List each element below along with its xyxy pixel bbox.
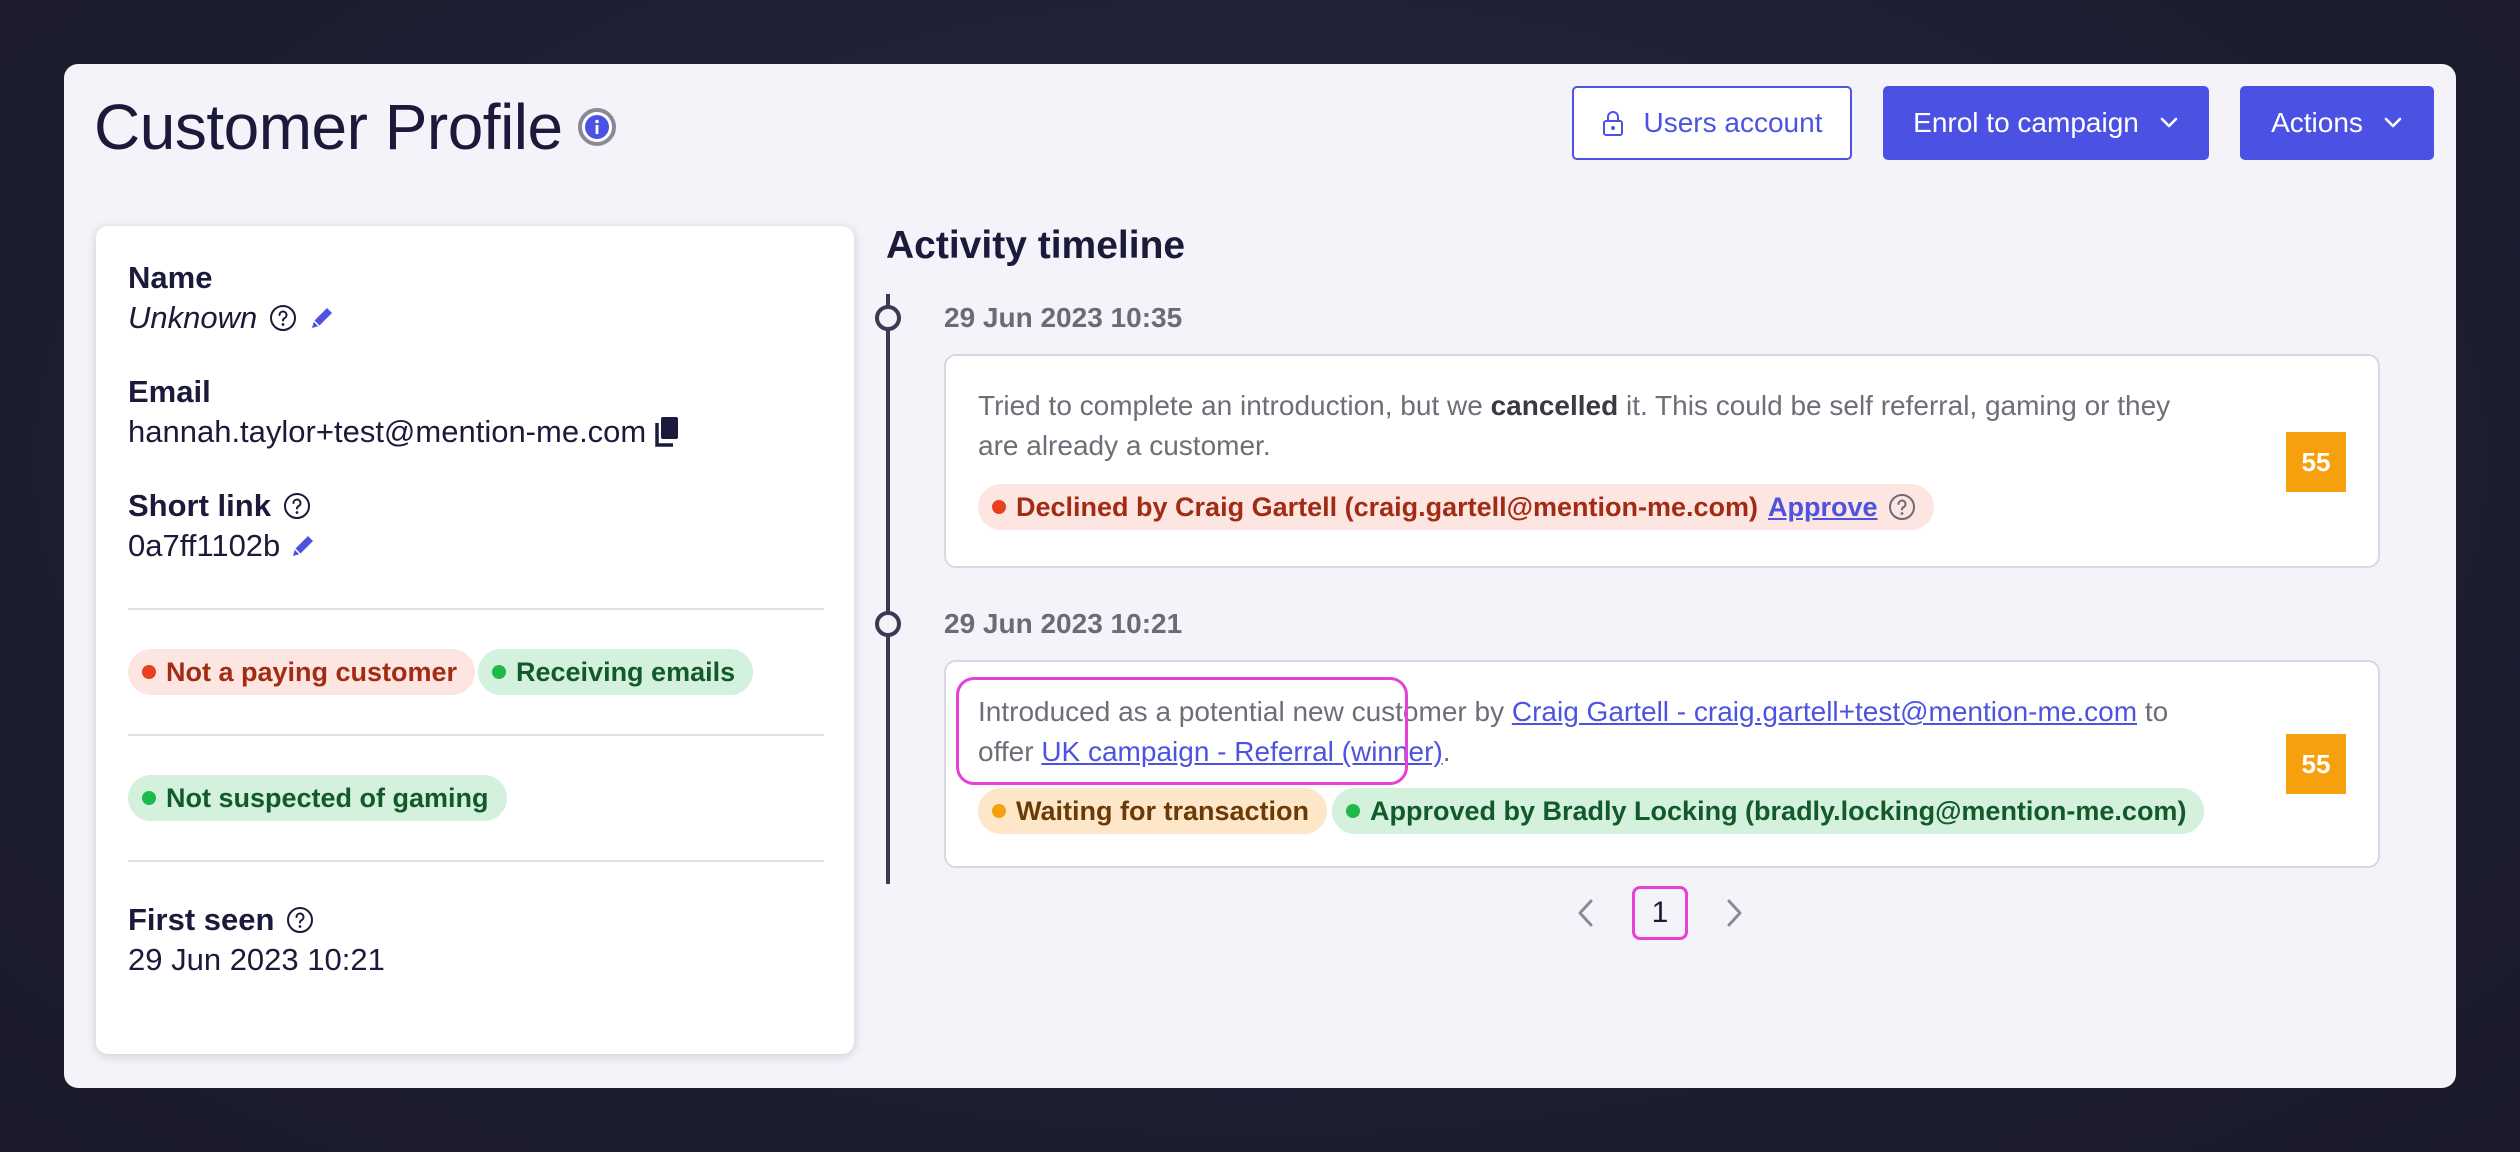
campaign-link[interactable]: UK campaign - Referral (winner): [1041, 736, 1442, 767]
entry-text-bold: cancelled: [1490, 390, 1619, 421]
copy-icon[interactable]: [652, 415, 682, 449]
status-dot: [492, 665, 506, 679]
name-value: Unknown: [128, 300, 258, 335]
page-title: Customer Profile: [94, 91, 563, 163]
help-icon[interactable]: [269, 304, 297, 332]
approved-status-text: Approved by Bradly Locking (bradly.locki…: [1370, 795, 2187, 826]
email-status-badge: Receiving emails: [478, 649, 754, 695]
score-badge: 55: [2286, 432, 2346, 492]
edit-pencil-icon[interactable]: [288, 531, 318, 561]
entry-text: Tried to complete an introduction, but w…: [978, 390, 1491, 421]
pagination: 1: [1574, 886, 1746, 940]
divider: [128, 734, 824, 736]
enrol-to-campaign-label: Enrol to campaign: [1913, 107, 2139, 138]
entry-description: Tried to complete an introduction, but w…: [978, 386, 2218, 466]
email-value: hannah.taylor+test@mention-me.com: [128, 414, 647, 449]
actions-button[interactable]: Actions: [2240, 86, 2434, 160]
chevron-left-icon[interactable]: [1574, 896, 1598, 930]
paying-status-text: Not a paying customer: [166, 656, 458, 687]
email-status-text: Receiving emails: [516, 656, 736, 687]
activity-timeline-title: Activity timeline: [886, 224, 1186, 267]
entry-date: 29 Jun 2023 10:35: [944, 302, 1183, 333]
edit-pencil-icon[interactable]: [307, 303, 337, 333]
declined-status-text: Declined by Craig Gartell (craig.gartell…: [1016, 491, 1758, 522]
waiting-status-badge: Waiting for transaction: [978, 788, 1328, 834]
users-account-label: Users account: [1643, 107, 1823, 138]
timeline-entry: Tried to complete an introduction, but w…: [944, 354, 2380, 568]
timeline-node: [875, 611, 901, 637]
entry-text: .: [1442, 736, 1451, 767]
status-dot: [992, 804, 1006, 818]
first-seen-value: 29 Jun 2023 10:21: [128, 942, 385, 977]
waiting-status-text: Waiting for transaction: [1016, 795, 1310, 826]
chevron-down-icon: [2384, 117, 2402, 128]
referrer-link[interactable]: Craig Gartell - craig.gartell+test@menti…: [1512, 696, 2137, 727]
page-title-row: Customer Profile: [94, 84, 617, 170]
entry-description: Introduced as a potential new customer b…: [978, 692, 2218, 772]
lock-icon: [1602, 111, 1623, 136]
status-dot: [142, 665, 156, 679]
customer-profile-card: Customer Profile Users account Enrol to …: [64, 64, 2456, 1088]
approved-status-badge: Approved by Bradly Locking (bradly.locki…: [1332, 788, 2205, 834]
first-seen-label: First seen: [128, 902, 275, 937]
help-icon[interactable]: [286, 906, 314, 934]
gaming-status-text: Not suspected of gaming: [166, 782, 489, 813]
status-dot: [992, 500, 1006, 514]
email-label: Email: [128, 374, 211, 409]
divider: [128, 860, 824, 862]
chevron-right-icon[interactable]: [1722, 896, 1746, 930]
short-link-value: 0a7ff1102b: [128, 528, 281, 563]
entry-text: Introduced as a potential new customer b…: [978, 696, 1512, 727]
profile-panel: Name Unknown Email hannah.taylor+test@me…: [96, 226, 854, 1054]
name-label: Name: [128, 260, 213, 295]
info-icon[interactable]: [577, 107, 617, 147]
approve-link[interactable]: Approve: [1768, 492, 1878, 523]
timeline-entry: Introduced as a potential new customer b…: [944, 660, 2380, 868]
score-badge: 55: [2286, 734, 2346, 794]
help-icon[interactable]: [1888, 493, 1916, 521]
users-account-button[interactable]: Users account: [1572, 86, 1852, 160]
status-dot: [142, 791, 156, 805]
short-link-label: Short link: [128, 488, 271, 523]
timeline-node: [875, 305, 901, 331]
entry-date: 29 Jun 2023 10:21: [944, 608, 1183, 639]
divider: [128, 608, 824, 610]
email-row: hannah.taylor+test@mention-me.com: [128, 414, 682, 450]
enrol-to-campaign-button[interactable]: Enrol to campaign: [1883, 86, 2209, 160]
paying-status-badge: Not a paying customer: [128, 649, 476, 695]
help-icon[interactable]: [283, 492, 311, 520]
gaming-status-badge: Not suspected of gaming: [128, 775, 507, 821]
page-number-button[interactable]: 1: [1632, 886, 1688, 940]
chevron-down-icon: [2160, 117, 2178, 128]
actions-label: Actions: [2271, 107, 2363, 138]
short-link-row: 0a7ff1102b: [128, 528, 318, 564]
status-dot: [1346, 804, 1360, 818]
timeline-line: [886, 294, 890, 884]
name-row: Unknown: [128, 300, 337, 336]
first-seen-label-row: First seen: [128, 902, 314, 938]
declined-status-badge: Declined by Craig Gartell (craig.gartell…: [978, 484, 1934, 530]
short-link-label-row: Short link: [128, 488, 311, 524]
